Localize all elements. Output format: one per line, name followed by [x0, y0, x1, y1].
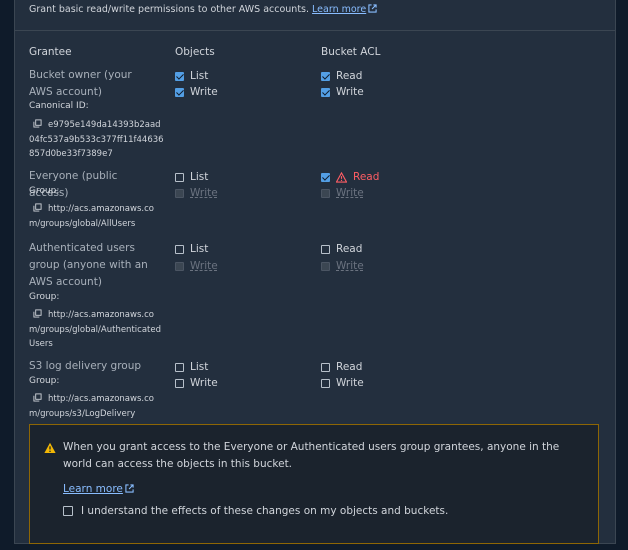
log-delivery-objects-list-checkbox[interactable]: List: [175, 361, 208, 373]
objects-header: Objects: [175, 46, 215, 58]
grantee-id: http://acs.amazonaws.com/groups/s3/LogDe…: [29, 393, 154, 419]
authenticated-acl-read-checkbox[interactable]: Read: [321, 243, 362, 255]
log-delivery-acl-write-checkbox[interactable]: Write: [321, 377, 364, 389]
divider: [15, 30, 615, 31]
copy-icon[interactable]: [33, 309, 42, 318]
everyone-acl-write-checkbox: Write: [321, 187, 364, 199]
authenticated-acl-write-checkbox: Write: [321, 260, 364, 272]
authenticated-objects-write-checkbox: Write: [175, 260, 218, 272]
copy-icon[interactable]: [33, 393, 42, 402]
bucket-owner-objects-list-checkbox[interactable]: List: [175, 70, 208, 82]
permissions-panel: Grant basic read/write permissions to ot…: [14, 0, 616, 544]
grantee-type: Canonical ID:: [29, 101, 89, 111]
grantee-name: Everyone (public access): [29, 170, 118, 199]
grantee-id: e9795e149da14393b2aad04fc537a9b533c377ff…: [29, 119, 164, 159]
learn-more-link[interactable]: Learn more: [63, 483, 123, 495]
log-delivery-acl-read-checkbox[interactable]: Read: [321, 361, 362, 373]
warning-icon: [336, 171, 347, 183]
bucket-owner-objects-write-checkbox[interactable]: Write: [175, 86, 218, 98]
warning-alert: When you grant access to the Everyone or…: [29, 424, 599, 544]
everyone-objects-write-checkbox: Write: [175, 187, 218, 199]
intro-text: Grant basic read/write permissions to ot…: [29, 4, 377, 15]
acknowledge-checkbox[interactable]: I understand the effects of these change…: [63, 505, 448, 517]
alert-message: When you grant access to the Everyone or…: [63, 441, 560, 470]
alert-learn-more: Learn more: [63, 483, 134, 495]
bucket-owner-acl-read-checkbox[interactable]: Read: [321, 70, 362, 82]
everyone-objects-list-checkbox[interactable]: List: [175, 171, 208, 183]
copy-icon[interactable]: [33, 203, 42, 212]
warning-icon: [44, 442, 56, 453]
everyone-acl-read-checkbox[interactable]: Read: [321, 171, 379, 183]
bucket-owner-acl-write-checkbox[interactable]: Write: [321, 86, 364, 98]
grantee-name: S3 log delivery group: [29, 360, 142, 372]
copy-icon[interactable]: [33, 119, 42, 128]
grantee-type: Group:: [29, 292, 60, 302]
authenticated-objects-list-checkbox[interactable]: List: [175, 243, 208, 255]
log-delivery-objects-write-checkbox[interactable]: Write: [175, 377, 218, 389]
grantee-id: http://acs.amazonaws.com/groups/global/A…: [29, 309, 161, 349]
grantee-name: Authenticated users group (anyone with a…: [29, 242, 148, 288]
grantee-id: http://acs.amazonaws.com/groups/global/A…: [29, 203, 154, 229]
external-link-icon: [368, 4, 377, 13]
grantee-type: Group:: [29, 186, 60, 196]
grantee-name: Bucket owner (your AWS account): [29, 69, 132, 98]
learn-more-link[interactable]: Learn more: [312, 4, 366, 15]
bucket-acl-header: Bucket ACL: [321, 46, 381, 58]
grantee-header: Grantee: [29, 46, 72, 58]
external-link-icon: [125, 484, 134, 493]
grantee-type: Group:: [29, 376, 60, 386]
